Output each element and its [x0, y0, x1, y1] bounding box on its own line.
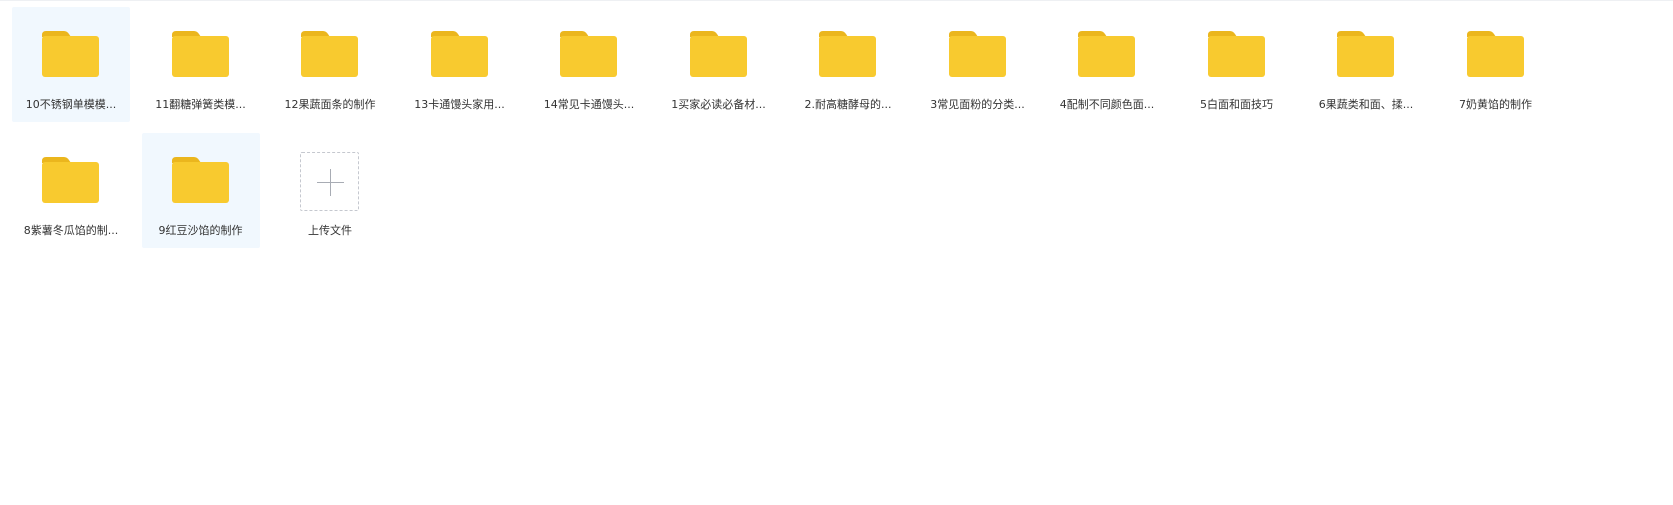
folder-icon	[171, 157, 229, 203]
folder-icon	[301, 31, 358, 77]
folder-item[interactable]: 10不锈钢单模模...	[12, 7, 130, 122]
folder-label: 4配制不同颜色面...	[1059, 98, 1155, 111]
folder-item[interactable]: 14常见卡通馒头...	[530, 7, 648, 122]
folder-label: 7奶黄馅的制作	[1459, 98, 1532, 111]
folder-label: 8紫薯冬瓜馅的制...	[23, 224, 119, 237]
folder-icon	[42, 157, 99, 203]
folder-icon	[430, 31, 488, 77]
folder-label: 13卡通馒头家用...	[414, 98, 505, 111]
upload-file-button[interactable]: 上传文件	[271, 133, 389, 248]
folder-icon	[819, 31, 876, 77]
folder-icon	[42, 31, 99, 77]
folder-item[interactable]: 3常见面粉的分类...	[919, 7, 1037, 122]
upload-dropzone[interactable]	[300, 152, 359, 211]
folder-item[interactable]: 7奶黄馅的制作	[1437, 7, 1555, 122]
folder-icon	[1337, 31, 1394, 77]
folder-icon	[689, 31, 747, 77]
folder-label: 2.耐高糖酵母的...	[804, 98, 892, 111]
folder-label: 10不锈钢单模模...	[25, 98, 117, 111]
folder-label: 14常见卡通馒头...	[543, 98, 635, 111]
folder-item[interactable]: 12果蔬面条的制作	[271, 7, 389, 122]
folder-label: 11翻糖弹簧类模...	[155, 98, 246, 111]
folder-item[interactable]: 1买家必读必备材...	[660, 7, 778, 122]
folder-icon	[1078, 31, 1135, 77]
folder-label: 12果蔬面条的制作	[284, 98, 376, 111]
folder-item[interactable]: 6果蔬类和面、揉...	[1307, 7, 1425, 122]
folder-label: 9红豆沙馅的制作	[158, 224, 243, 237]
folder-item[interactable]: 8紫薯冬瓜馅的制...	[12, 133, 130, 248]
upload-label: 上传文件	[308, 224, 352, 237]
folder-icon	[948, 31, 1006, 77]
folder-icon	[560, 31, 617, 77]
folder-item[interactable]: 5白面和面技巧	[1178, 7, 1296, 122]
folder-item[interactable]: 2.耐高糖酵母的...	[789, 7, 907, 122]
folder-label: 6果蔬类和面、揉...	[1318, 98, 1414, 111]
folder-icon	[1466, 31, 1524, 77]
folder-label: 1买家必读必备材...	[671, 98, 766, 111]
folder-item[interactable]: 4配制不同颜色面...	[1048, 7, 1166, 122]
folder-icon	[171, 31, 229, 77]
folder-label: 3常见面粉的分类...	[930, 98, 1025, 111]
folder-icon	[1207, 31, 1265, 77]
top-divider	[0, 0, 1673, 1]
file-grid: 10不锈钢单模模... 11翻糖弹簧类模... 12果蔬面条的制作 13卡通馒头…	[12, 7, 1662, 248]
folder-item[interactable]: 13卡通馒头家用...	[401, 7, 519, 122]
folder-item[interactable]: 11翻糖弹簧类模...	[142, 7, 260, 122]
folder-item[interactable]: 9红豆沙馅的制作	[141, 133, 260, 248]
folder-label: 5白面和面技巧	[1200, 98, 1273, 111]
